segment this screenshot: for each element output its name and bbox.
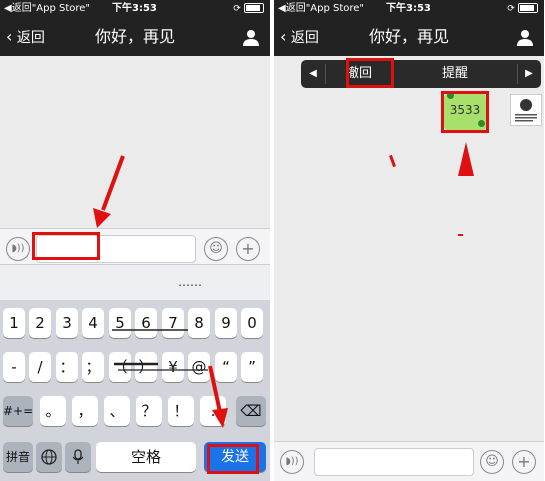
key-enum-comma[interactable]: 、 (104, 396, 130, 426)
delete-icon[interactable]: ⌫ (236, 396, 266, 426)
key-9[interactable]: 9 (215, 308, 237, 338)
chat-title: 你好，再见 (94, 27, 175, 46)
message-input[interactable] (314, 448, 474, 476)
plus-icon[interactable]: + (512, 450, 536, 474)
key-slash[interactable]: / (29, 352, 51, 382)
chat-message-area (0, 56, 270, 229)
back-to-app-store-link[interactable]: ◀返回"App Store" (4, 0, 90, 18)
left-screenshot: ◀返回"App Store" 下午3:53 ⟳ ‹ 返回 你好，再见 ◗)) ☺… (0, 0, 270, 481)
emoji-icon[interactable]: ☺ (480, 450, 504, 474)
status-time: 下午3:53 (386, 3, 431, 14)
menu-left-arrow[interactable]: ◀ (301, 60, 325, 88)
annotation-arrow-send (208, 365, 228, 428)
key-0[interactable]: 0 (241, 308, 263, 338)
battery-icon (244, 3, 264, 13)
status-bar: ◀返回"App Store" 下午3:53 ⟳ (0, 0, 270, 18)
right-screenshot: ◀返回"App Store" 下午3:53 ⟳ ‹ 返回 你好，再见 ◀ 撤回 … (274, 0, 544, 481)
voice-input-icon[interactable]: ◗)) (6, 237, 30, 261)
annotation-box-message (441, 91, 489, 133)
chat-title: 你好，再见 (368, 27, 449, 46)
emoji-icon[interactable]: ☺ (204, 237, 228, 261)
key-colon[interactable]: ： (56, 352, 78, 382)
suggestion-dots[interactable]: …… (178, 275, 202, 289)
key-hyphen[interactable]: - (3, 352, 25, 382)
voice-input-icon[interactable]: ◗)) (280, 450, 304, 474)
input-bar: ◗)) ☺ + (274, 441, 544, 481)
globe-icon[interactable] (36, 442, 62, 472)
person-icon[interactable] (242, 28, 260, 46)
space-key[interactable]: 空格 (96, 442, 196, 472)
annotation-arrow-down (93, 155, 125, 228)
back-to-app-store-link[interactable]: ◀返回"App Store" (278, 0, 364, 18)
plus-icon[interactable]: + (236, 237, 260, 261)
status-time: 下午3:53 (112, 3, 157, 14)
annotation-arrow-up (458, 142, 474, 176)
avatar-face-icon (515, 99, 537, 122)
rotation-lock-icon: ⟳ (507, 4, 515, 14)
person-icon[interactable] (516, 28, 534, 46)
status-icons: ⟳ (507, 0, 538, 18)
remind-button[interactable]: 提醒 (393, 60, 517, 88)
microphone-icon[interactable] (65, 442, 91, 472)
annotation-box-input (32, 232, 100, 260)
nav-bar: ‹ 返回 你好，再见 (274, 18, 544, 56)
key-4[interactable]: 4 (82, 308, 104, 338)
globe-glyph (41, 449, 57, 465)
rotation-lock-icon: ⟳ (233, 4, 241, 14)
key-symbols[interactable]: #+= (3, 396, 33, 426)
key-semicolon[interactable]: ； (82, 352, 104, 382)
annotation-mark (458, 234, 463, 236)
key-comma-cn[interactable]: ， (72, 396, 98, 426)
annotation-mark (389, 154, 396, 168)
status-icons: ⟳ (233, 0, 264, 18)
avatar[interactable] (510, 94, 542, 126)
menu-right-arrow[interactable]: ▶ (517, 60, 541, 88)
key-pinyin[interactable]: 拼音 (3, 442, 33, 472)
microphone-glyph (72, 449, 84, 464)
key-2[interactable]: 2 (29, 308, 51, 338)
battery-icon (518, 3, 538, 13)
nav-bar: ‹ 返回 你好，再见 (0, 18, 270, 56)
status-bar: ◀返回"App Store" 下午3:53 ⟳ (274, 0, 544, 18)
annotation-box-recall (346, 58, 394, 88)
key-close-quote[interactable]: ” (241, 352, 263, 382)
key-period-cn[interactable]: 。 (40, 396, 66, 426)
message-context-menu: ◀ 撤回 提醒 ▶ (301, 60, 541, 88)
annotation-scribble (112, 329, 208, 371)
key-exclaim[interactable]: ！ (168, 396, 194, 426)
key-3[interactable]: 3 (56, 308, 78, 338)
key-question[interactable]: ？ (136, 396, 162, 426)
suggestion-bar: …… (0, 264, 270, 301)
key-1[interactable]: 1 (3, 308, 25, 338)
annotation-box-send (207, 444, 259, 474)
